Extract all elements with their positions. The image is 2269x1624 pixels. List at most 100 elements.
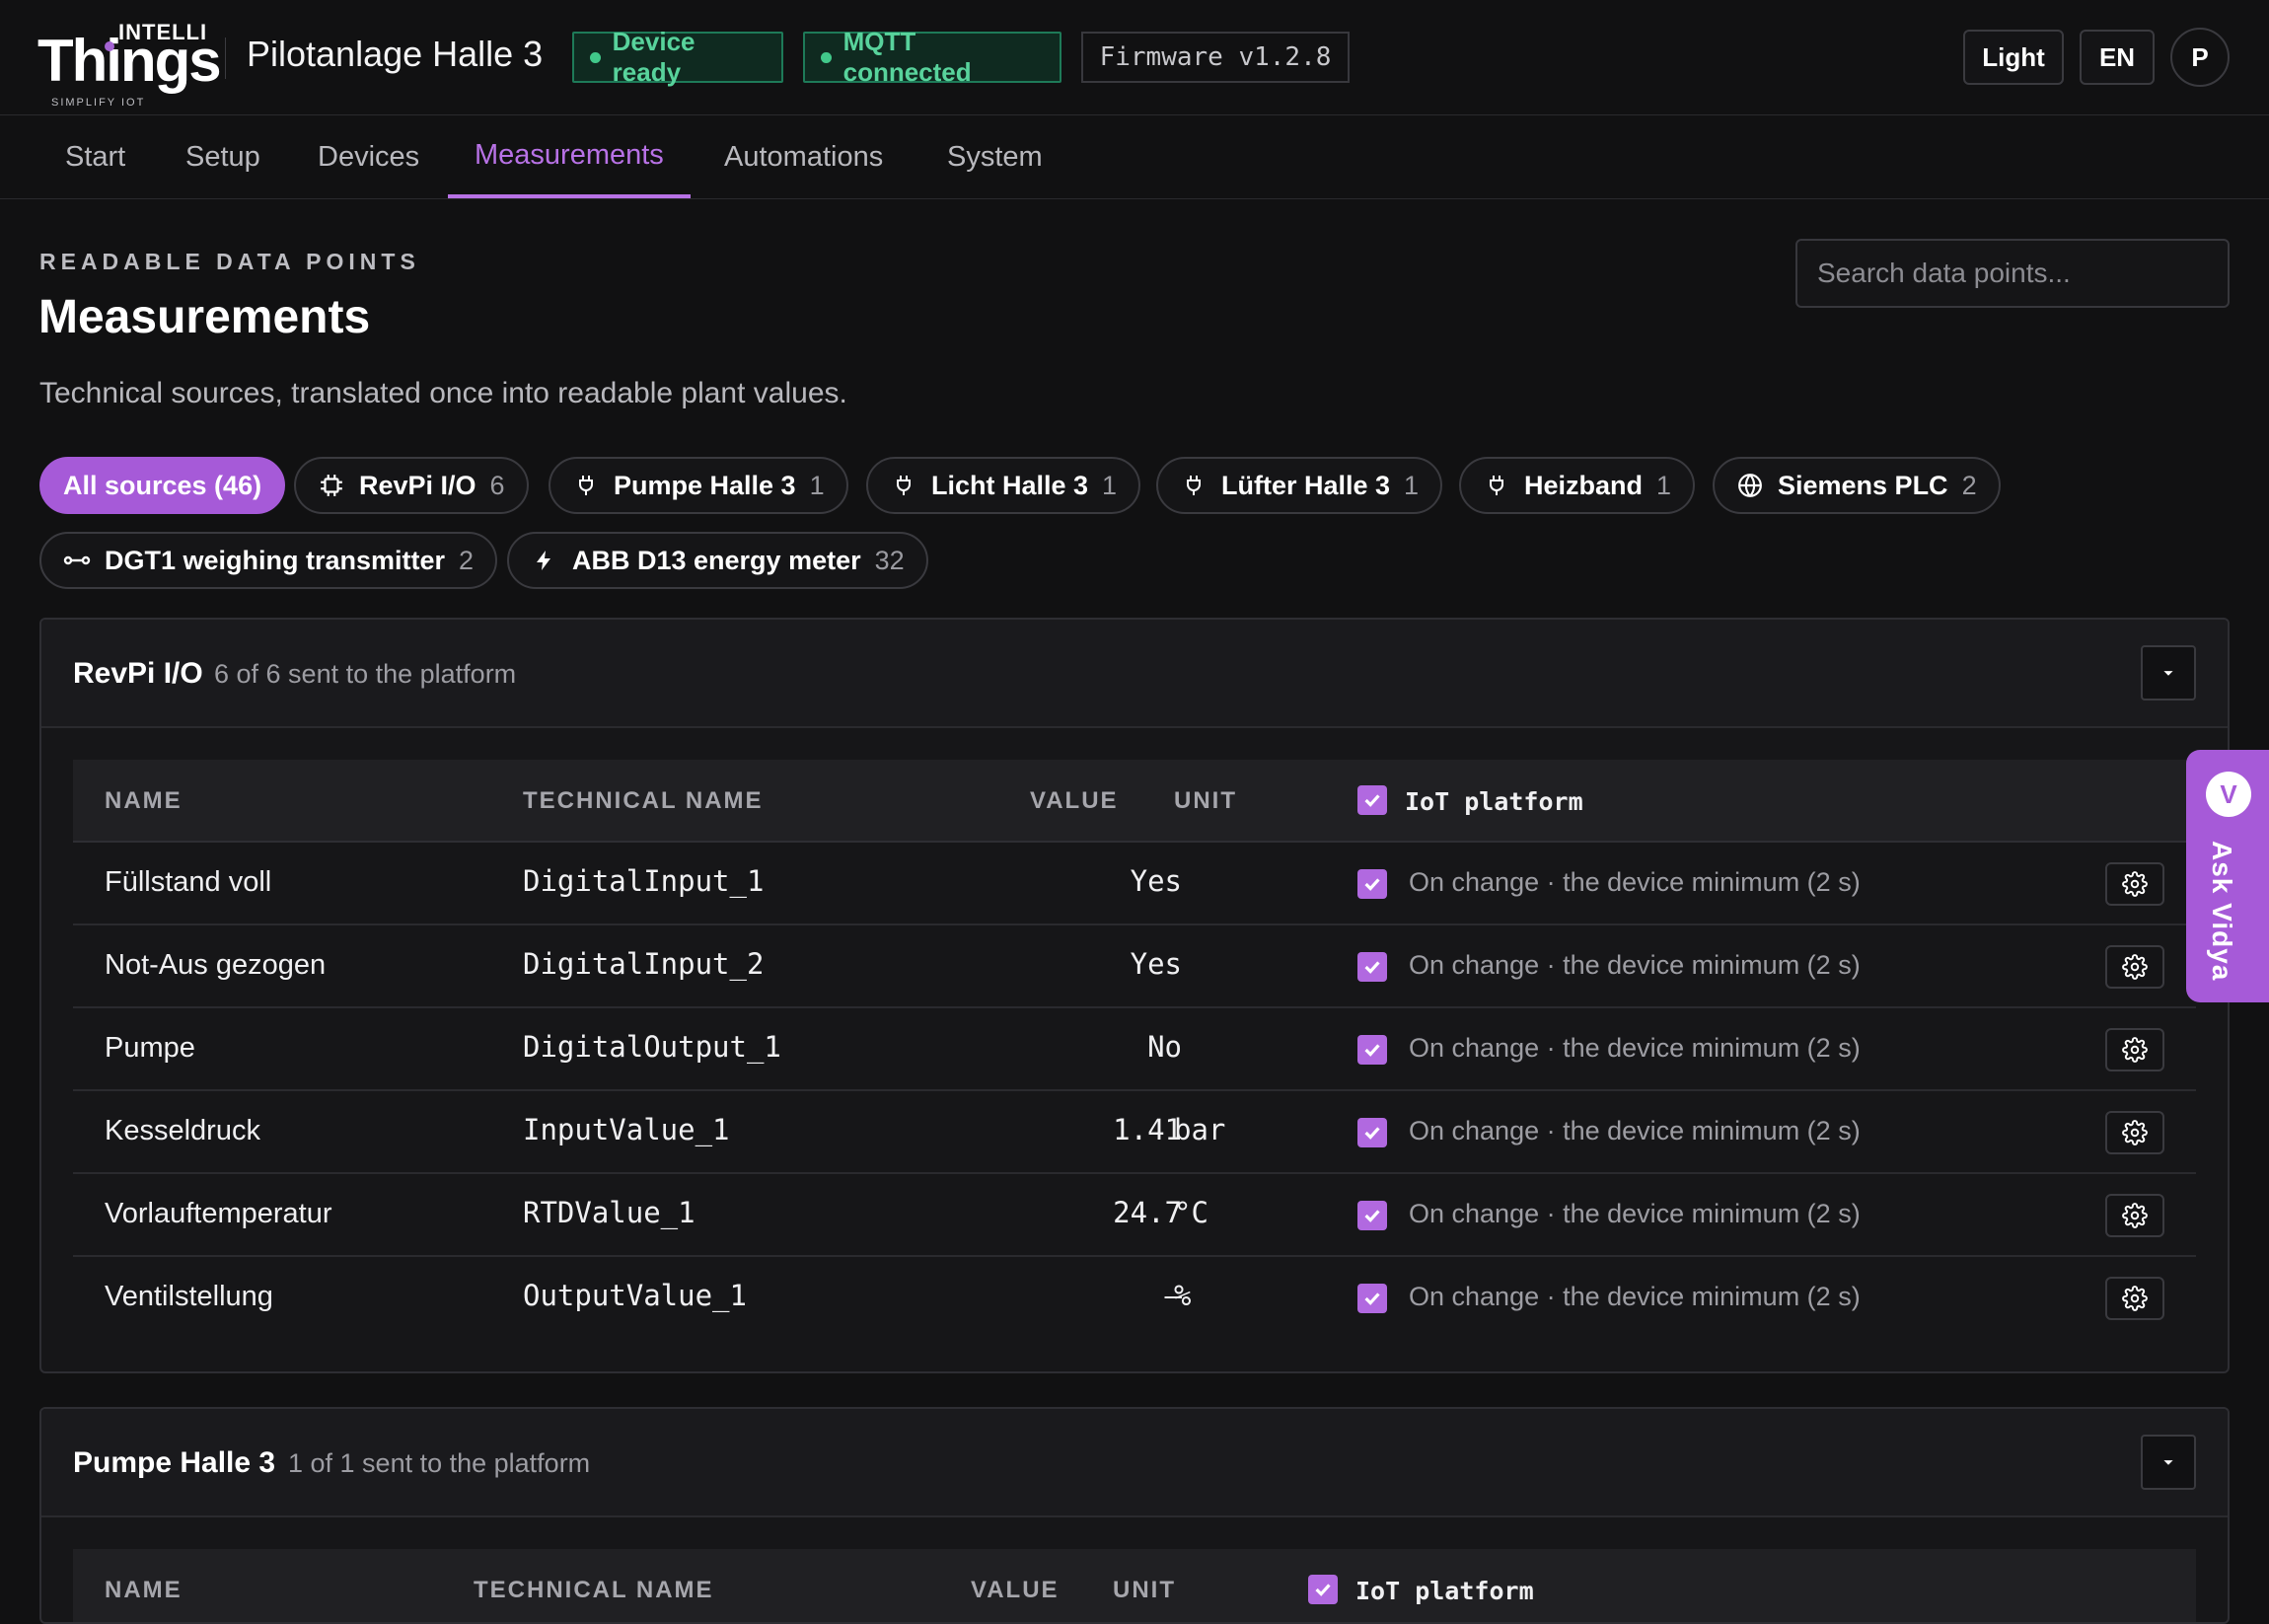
row-technical-name: DigitalInput_1 xyxy=(523,864,765,898)
platform-checkbox[interactable] xyxy=(1357,1035,1387,1065)
filter-chip-dgt1[interactable]: DGT1 weighing transmitter 2 xyxy=(39,532,498,589)
logo-dot xyxy=(105,41,114,51)
avatar[interactable]: P xyxy=(2170,28,2230,87)
row-settings-button[interactable] xyxy=(2105,862,2164,906)
select-all-checkbox[interactable] xyxy=(1308,1575,1338,1604)
row-value: Yes xyxy=(1130,947,1182,981)
filter-chip-label: Lüfter Halle 3 xyxy=(1221,470,1391,500)
plug-icon xyxy=(572,472,600,499)
row-unit: °C xyxy=(1174,1196,1208,1229)
collapse-button[interactable] xyxy=(2141,1435,2196,1490)
filter-chip-count: 1 xyxy=(1656,470,1672,500)
row-technical-name: OutputValue_1 xyxy=(523,1279,747,1312)
gear-icon xyxy=(2122,954,2148,980)
firmware-badge: Firmware v1.2.8 xyxy=(1081,32,1350,83)
measurements-table: NAME TECHNICAL NAME VALUE UNIT IoT platf… xyxy=(73,760,2196,1340)
main-nav: Start Setup Devices Measurements Automat… xyxy=(0,115,2269,199)
intellithings-logo[interactable]: INTELLI Things SIMPLIFY IOT xyxy=(37,18,222,109)
tab-automations[interactable]: Automations xyxy=(697,115,910,198)
device-name: Pilotanlage Halle 3 xyxy=(247,34,544,74)
row-settings-button[interactable] xyxy=(2105,1028,2164,1071)
link-icon xyxy=(63,547,91,574)
col-technical-name: TECHNICAL NAME xyxy=(523,787,764,814)
filter-chip-label: RevPi I/O xyxy=(359,470,476,500)
row-platform-rule: On change · the device minimum (2 s) xyxy=(1409,867,1861,897)
tab-start[interactable]: Start xyxy=(38,115,152,198)
row-platform-rule: On change · the device minimum (2 s) xyxy=(1409,1116,1861,1145)
filter-chip-luefter[interactable]: Lüfter Halle 3 1 xyxy=(1156,457,1443,514)
table-row: Pumpe DigitalOutput_1 No On change · the… xyxy=(73,1008,2196,1091)
row-settings-button[interactable] xyxy=(2105,1111,2164,1154)
row-platform-rule: On change · the device minimum (2 s) xyxy=(1409,950,1861,980)
platform-checkbox[interactable] xyxy=(1357,869,1387,899)
chip-icon xyxy=(318,472,345,499)
row-name: Pumpe xyxy=(105,1032,195,1064)
col-iot-platform: IoT platform xyxy=(1405,787,1583,816)
status-dot-icon xyxy=(821,51,832,63)
filter-chip-count: 6 xyxy=(489,470,505,500)
gear-icon xyxy=(2122,1120,2148,1145)
filter-chip-siemens[interactable]: Siemens PLC 2 xyxy=(1713,457,2001,514)
filter-chip-label: All sources (46) xyxy=(63,470,262,500)
device-status-label: Device ready xyxy=(612,27,695,87)
tab-devices[interactable]: Devices xyxy=(291,115,446,198)
platform-checkbox[interactable] xyxy=(1357,1118,1387,1147)
filter-chip-count: 1 xyxy=(1404,470,1420,500)
row-value: 24.7 xyxy=(1113,1196,1182,1229)
row-value: — xyxy=(1164,1279,1182,1312)
row-technical-name: InputValue_1 xyxy=(523,1113,730,1146)
row-settings-button[interactable] xyxy=(2105,1277,2164,1320)
filter-chip-heizband[interactable]: Heizband 1 xyxy=(1459,457,1696,514)
tab-setup[interactable]: Setup xyxy=(159,115,287,198)
plug-icon xyxy=(1180,472,1208,499)
row-unit: % xyxy=(1174,1279,1192,1312)
row-value: Yes xyxy=(1130,864,1182,898)
device-status-badge: Device ready xyxy=(572,27,783,87)
row-name: Not-Aus gezogen xyxy=(105,949,327,981)
row-settings-button[interactable] xyxy=(2105,945,2164,989)
filter-chip-revpi[interactable]: RevPi I/O 6 xyxy=(294,457,529,514)
row-platform-rule: On change · the device minimum (2 s) xyxy=(1409,1199,1861,1228)
measurements-table: NAME TECHNICAL NAME VALUE UNIT IoT platf… xyxy=(73,1549,2196,1622)
row-settings-button[interactable] xyxy=(2105,1194,2164,1237)
filter-chip-count: 1 xyxy=(1102,470,1118,500)
platform-checkbox[interactable] xyxy=(1357,1201,1387,1230)
col-technical-name: TECHNICAL NAME xyxy=(474,1577,714,1603)
tab-system[interactable]: System xyxy=(920,115,1069,198)
language-button[interactable]: EN xyxy=(2080,30,2155,85)
row-value: No xyxy=(1147,1030,1182,1064)
filter-chip-licht[interactable]: Licht Halle 3 1 xyxy=(866,457,1141,514)
table-row: Vorlauftemperatur RTDValue_1 24.7 °C On … xyxy=(73,1174,2196,1257)
filter-chip-label: Siemens PLC xyxy=(1778,470,1948,500)
filter-chip-count: 32 xyxy=(874,545,905,575)
filter-chip-all[interactable]: All sources (46) xyxy=(39,457,286,514)
row-technical-name: DigitalInput_2 xyxy=(523,947,765,981)
filter-chip-label: Heizband xyxy=(1524,470,1644,500)
plug-icon xyxy=(890,472,917,499)
col-iot-platform: IoT platform xyxy=(1355,1577,1534,1605)
vidya-logo-icon: V xyxy=(2206,772,2251,817)
platform-checkbox[interactable] xyxy=(1357,952,1387,982)
row-name: Füllstand voll xyxy=(105,866,272,898)
tab-measurements[interactable]: Measurements xyxy=(448,115,691,198)
row-platform-rule: On change · the device minimum (2 s) xyxy=(1409,1282,1861,1311)
mqtt-status-label: MQTT connected xyxy=(842,27,972,87)
filter-chip-abb[interactable]: ABB D13 energy meter 32 xyxy=(507,532,928,589)
theme-toggle-button[interactable]: Light xyxy=(1963,30,2064,85)
filter-chip-label: Pumpe Halle 3 xyxy=(614,470,796,500)
collapse-button[interactable] xyxy=(2141,645,2196,701)
ask-vidya-tab[interactable]: V Ask Vidya xyxy=(2186,750,2269,1002)
search-input[interactable] xyxy=(1795,239,2230,308)
gear-icon xyxy=(2122,1286,2148,1311)
col-value: VALUE xyxy=(1030,787,1119,814)
gear-icon xyxy=(2122,1037,2148,1063)
platform-checkbox[interactable] xyxy=(1357,1284,1387,1313)
filter-chip-pumpe[interactable]: Pumpe Halle 3 1 xyxy=(549,457,848,514)
chevron-down-icon xyxy=(2163,671,2173,676)
header-divider xyxy=(225,37,226,79)
ask-vidya-label: Ask Vidya xyxy=(2207,841,2237,982)
table-header: NAME TECHNICAL NAME VALUE UNIT IoT platf… xyxy=(73,760,2196,843)
logo-things: Things xyxy=(37,28,222,94)
gear-icon xyxy=(2122,871,2148,897)
select-all-checkbox[interactable] xyxy=(1357,785,1387,815)
